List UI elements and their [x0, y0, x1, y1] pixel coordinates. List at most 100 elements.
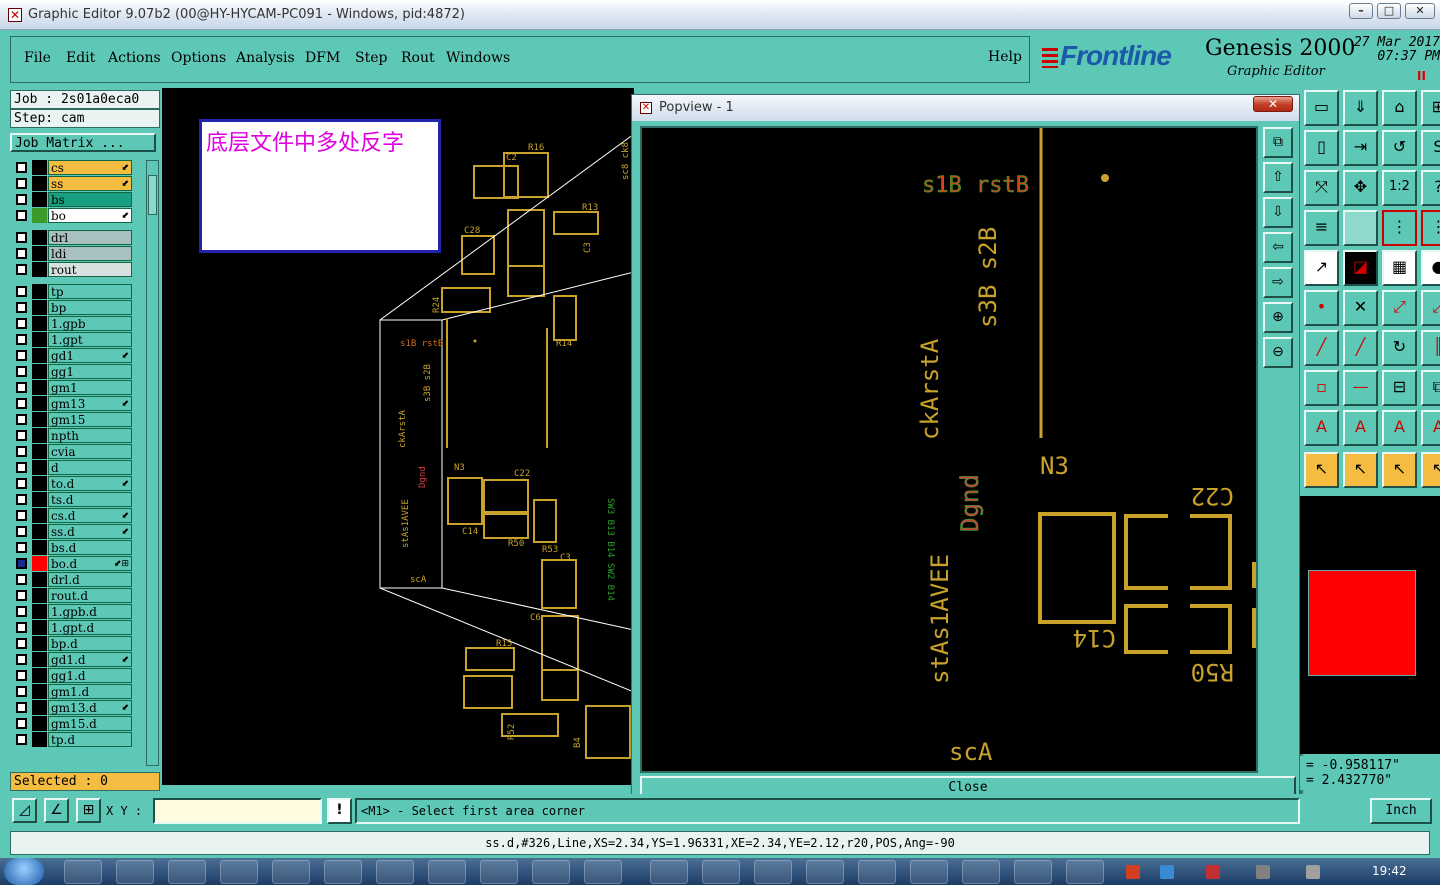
tool-connect2-icon[interactable]: ⤢ — [1421, 290, 1440, 326]
tool-arc-icon[interactable]: ↻ — [1382, 330, 1417, 366]
layer-checkbox[interactable] — [16, 162, 27, 173]
taskbar-app-11[interactable] — [584, 860, 622, 884]
tray-icon-1[interactable] — [1126, 865, 1140, 879]
layer-name[interactable]: bo.d ⬋⊞ — [48, 556, 132, 571]
layer-name[interactable]: bs.d — [48, 540, 132, 555]
layer-row[interactable]: bo.d ⬋⊞ — [12, 556, 134, 571]
layer-checkbox[interactable] — [16, 670, 27, 681]
tool-pin-icon[interactable]: ▫ — [1304, 370, 1339, 406]
scrollbar-thumb[interactable] — [148, 175, 157, 215]
layer-checkbox[interactable] — [16, 686, 27, 697]
layer-checkbox[interactable] — [16, 574, 27, 585]
zoom-out-icon[interactable]: ⊖ — [1263, 337, 1293, 368]
layer-color-swatch[interactable] — [32, 684, 47, 699]
layer-row[interactable]: bo ⬋ — [12, 208, 134, 223]
layer-color-swatch[interactable] — [32, 620, 47, 635]
layer-checkbox[interactable] — [16, 264, 27, 275]
layer-row[interactable]: ss ⬋ — [12, 176, 134, 191]
layer-row[interactable]: gm13 ⬋ — [12, 396, 134, 411]
layer-checkbox[interactable] — [16, 302, 27, 313]
layer-color-swatch[interactable] — [32, 192, 47, 207]
layer-checkbox[interactable] — [16, 366, 27, 377]
tool-line-icon[interactable]: ◪ — [1343, 250, 1378, 286]
layer-name[interactable]: gg1.d — [48, 668, 132, 683]
popview-canvas[interactable]: s1B rstB s3B s2B ckArstA stAs1AVEE scA N… — [640, 126, 1258, 773]
overview-canvas[interactable] — [1300, 496, 1440, 754]
layer-row[interactable]: d — [12, 460, 134, 475]
layer-name[interactable]: cs.d ⬋ — [48, 508, 132, 523]
layer-name[interactable]: d — [48, 460, 132, 475]
layer-color-swatch[interactable] — [32, 208, 47, 223]
tool-delete-icon[interactable]: ✕ — [1343, 290, 1378, 326]
tool-net-icon[interactable]: ⋮ — [1382, 210, 1417, 246]
layer-row[interactable]: bs.d — [12, 540, 134, 555]
layer-checkbox[interactable] — [16, 606, 27, 617]
layer-name[interactable]: gg1 — [48, 364, 132, 379]
tool-connect-icon[interactable]: ⤢ — [1382, 290, 1417, 326]
layer-row[interactable]: cs ⬋ — [12, 160, 134, 175]
layer-row[interactable]: bp — [12, 300, 134, 315]
taskbar-clock[interactable]: 19:42 — [1372, 864, 1407, 878]
layer-color-swatch[interactable] — [32, 412, 47, 427]
layer-name[interactable]: ss ⬋ — [48, 176, 132, 191]
layer-checkbox[interactable] — [16, 248, 27, 259]
layer-name[interactable]: 1.gpb.d — [48, 604, 132, 619]
layer-color-swatch[interactable] — [32, 556, 47, 571]
layer-color-swatch[interactable] — [32, 316, 47, 331]
layer-name[interactable]: rout — [48, 262, 132, 277]
layer-row[interactable]: 1.gpt.d — [12, 620, 134, 635]
layer-name[interactable]: gm13.d ⬋ — [48, 700, 132, 715]
tool-layer-icon[interactable]: ≡ — [1304, 210, 1339, 246]
taskbar-app-19[interactable] — [1014, 860, 1052, 884]
start-button[interactable] — [4, 858, 44, 885]
layer-name[interactable]: ts.d — [48, 492, 132, 507]
layer-name[interactable]: 1.gpt — [48, 332, 132, 347]
layer-row[interactable]: gm1 — [12, 380, 134, 395]
tool-help-icon[interactable]: ? — [1421, 170, 1440, 206]
layer-name[interactable]: npth — [48, 428, 132, 443]
tool-grid-icon[interactable]: ⊞ — [1421, 90, 1440, 126]
pause-icon[interactable]: II — [1417, 69, 1426, 83]
close-window-button[interactable]: ✕ — [1405, 3, 1435, 19]
layer-color-swatch[interactable] — [32, 300, 47, 315]
layer-color-swatch[interactable] — [32, 262, 47, 277]
layer-checkbox[interactable] — [16, 462, 27, 473]
layer-name[interactable]: bo ⬋ — [48, 208, 132, 223]
menu-options[interactable]: Options — [171, 50, 226, 66]
layer-color-swatch[interactable] — [32, 492, 47, 507]
layer-name[interactable]: gd1.d ⬋ — [48, 652, 132, 667]
layer-checkbox[interactable] — [16, 510, 27, 521]
layer-color-swatch[interactable] — [32, 176, 47, 191]
snap-icon[interactable]: ◿ — [12, 798, 37, 823]
layer-color-swatch[interactable] — [32, 444, 47, 459]
tool-slash2-icon[interactable]: ╱ — [1343, 330, 1378, 366]
layer-row[interactable]: gd1 ⬋ — [12, 348, 134, 363]
layer-row[interactable]: rout — [12, 262, 134, 277]
layer-name[interactable]: gd1 ⬋ — [48, 348, 132, 363]
tool-dash-icon[interactable]: — — [1343, 370, 1378, 406]
tool-net2-icon[interactable]: ⋮ — [1421, 210, 1440, 246]
layer-name[interactable]: gm1.d — [48, 684, 132, 699]
layer-name[interactable]: ldi — [48, 246, 132, 261]
layer-row[interactable]: npth — [12, 428, 134, 443]
layer-color-swatch[interactable] — [32, 246, 47, 261]
xy-input[interactable] — [153, 798, 322, 824]
layer-checkbox[interactable] — [16, 350, 27, 361]
layer-row[interactable]: gg1.d — [12, 668, 134, 683]
taskbar-app-2[interactable] — [116, 860, 154, 884]
layer-checkbox[interactable] — [16, 702, 27, 713]
layer-checkbox[interactable] — [16, 558, 27, 569]
layer-checkbox[interactable] — [16, 718, 27, 729]
tool-arrow-icon[interactable]: ↗ — [1304, 250, 1339, 286]
taskbar-app-13[interactable] — [702, 860, 740, 884]
layer-color-swatch[interactable] — [32, 716, 47, 731]
layer-name[interactable]: cs ⬋ — [48, 160, 132, 175]
pan-left-icon[interactable]: ⇦ — [1263, 232, 1293, 263]
tool-select2-icon[interactable]: ↖ — [1343, 452, 1378, 488]
layer-row[interactable]: gm1.d — [12, 684, 134, 699]
tool-select-icon[interactable]: ↖ — [1304, 452, 1339, 488]
layer-color-swatch[interactable] — [32, 428, 47, 443]
layer-name[interactable]: cvia — [48, 444, 132, 459]
tool-fit-icon[interactable]: ⤧ — [1304, 170, 1339, 206]
layer-color-swatch[interactable] — [32, 380, 47, 395]
